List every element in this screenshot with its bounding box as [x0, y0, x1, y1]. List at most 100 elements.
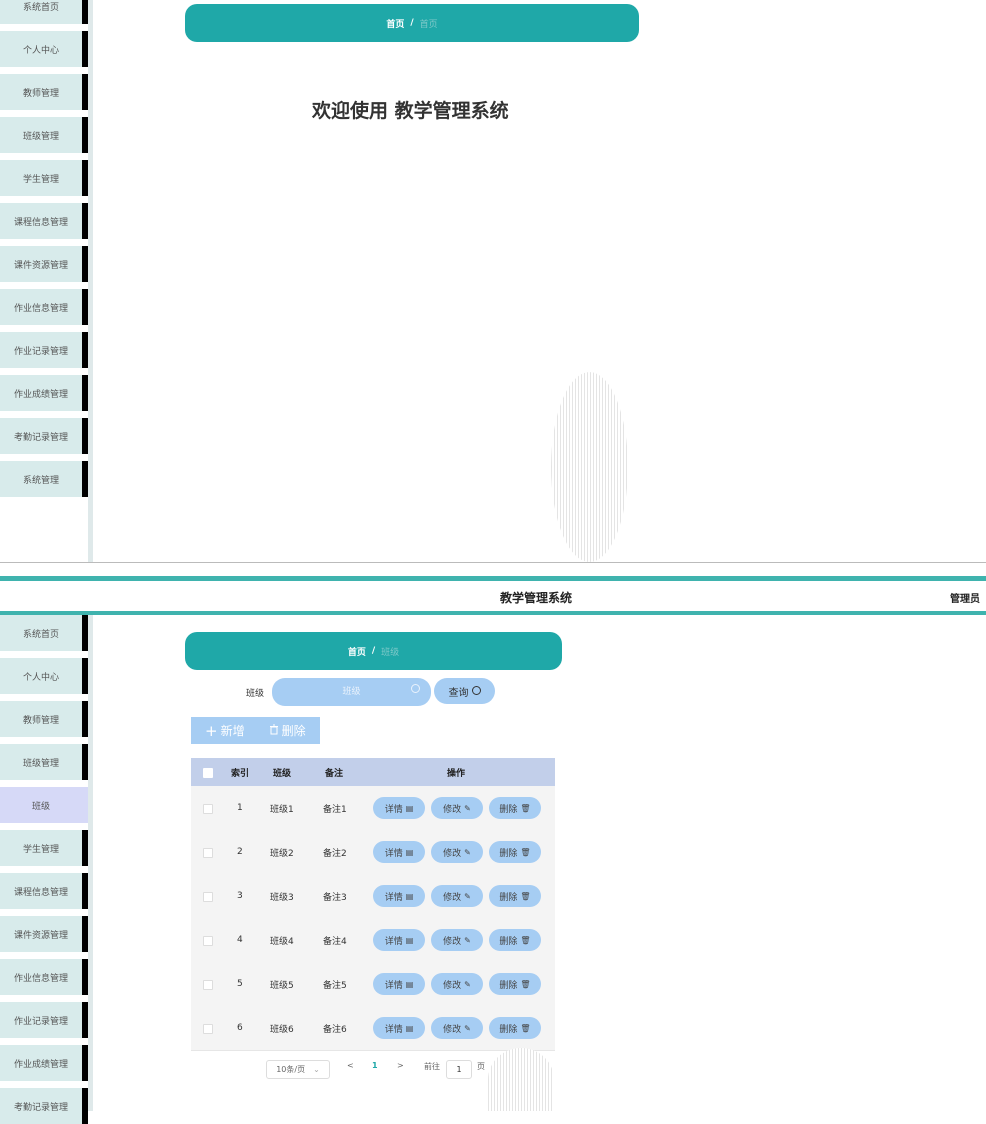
sidebar-edge [88, 615, 93, 1111]
sidebar-item[interactable]: 班级管理 [0, 117, 88, 153]
add-button[interactable]: + 新增 [205, 722, 245, 740]
table-row[interactable]: 2 班级2 备注2 详情 ▤ 修改 ✎ 删除 🗑 [191, 830, 555, 875]
table-row[interactable]: 1 班级1 备注1 详情 ▤ 修改 ✎ 删除 🗑 [191, 786, 555, 831]
next-page-button[interactable]: > [397, 1061, 404, 1070]
sidebar-item[interactable]: 教师管理 [0, 701, 88, 737]
edit-button[interactable]: 修改 ✎ [431, 973, 483, 995]
row-checkbox[interactable] [203, 936, 213, 946]
row-checkbox[interactable] [203, 980, 213, 990]
pencil-icon: ✎ [464, 1023, 471, 1033]
edit-button[interactable]: 修改 ✎ [431, 797, 483, 819]
sidebar-item[interactable]: 课程信息管理 [0, 873, 88, 909]
detail-button[interactable]: 详情 ▤ [373, 797, 425, 819]
sidebar-item-marker [82, 830, 88, 866]
detail-button-label: 详情 [384, 1024, 403, 1035]
sidebar-item[interactable]: 作业记录管理 [0, 1002, 88, 1038]
sidebar-item[interactable]: 作业信息管理 [0, 959, 88, 995]
user-name[interactable]: 管理员 [950, 590, 980, 605]
sidebar-item[interactable]: 课件资源管理 [0, 916, 88, 952]
prev-page-button[interactable]: < [347, 1061, 354, 1070]
remove-button[interactable]: 删除 🗑 [489, 973, 541, 995]
breadcrumb: 首页 / 班级 [185, 632, 562, 670]
sidebar-item[interactable]: 个人中心 [0, 31, 88, 67]
sidebar-item-label: 课件资源管理 [13, 260, 68, 271]
sidebar-item-label: 班级管理 [22, 131, 59, 142]
goto-page-input[interactable]: 1 [446, 1060, 472, 1079]
sidebar-item[interactable]: 个人中心 [0, 658, 88, 694]
sidebar-item-marker [82, 1002, 88, 1038]
sidebar-item[interactable]: 作业成绩管理 [0, 375, 88, 411]
sidebar-item[interactable]: 课程信息管理 [0, 203, 88, 239]
detail-button[interactable]: 详情 ▤ [373, 973, 425, 995]
sidebar-item[interactable]: 系统管理 [0, 461, 88, 497]
delete-button[interactable]: 删除 [269, 722, 306, 739]
table-row[interactable]: 5 班级5 备注5 详情 ▤ 修改 ✎ 删除 🗑 [191, 962, 555, 1007]
sidebar-item[interactable]: 教师管理 [0, 74, 88, 110]
cell-remark: 备注4 [323, 936, 347, 947]
row-checkbox[interactable] [203, 892, 213, 902]
sidebar-item-label: 考勤记录管理 [13, 432, 68, 443]
table-row[interactable]: 6 班级6 备注6 详情 ▤ 修改 ✎ 删除 🗑 [191, 1006, 555, 1051]
sidebar-item[interactable]: 班级 [0, 787, 88, 823]
sidebar-item[interactable]: 系统首页 [0, 0, 88, 24]
detail-button-label: 详情 [384, 936, 403, 947]
sidebar-item[interactable]: 学生管理 [0, 830, 88, 866]
detail-button[interactable]: 详情 ▤ [373, 885, 425, 907]
sidebar-item[interactable]: 考勤记录管理 [0, 418, 88, 454]
remove-button[interactable]: 删除 🗑 [489, 841, 541, 863]
edit-button[interactable]: 修改 ✎ [431, 1017, 483, 1039]
cell-class: 班级3 [270, 892, 294, 903]
edit-button[interactable]: 修改 ✎ [431, 929, 483, 951]
trash-icon: 🗑 [520, 979, 531, 989]
detail-button[interactable]: 详情 ▤ [373, 1017, 425, 1039]
document-icon: ▤ [405, 1023, 414, 1033]
breadcrumb-home[interactable]: 首页 [348, 645, 366, 658]
row-checkbox[interactable] [203, 1024, 213, 1034]
row-checkbox[interactable] [203, 848, 213, 858]
document-icon: ▤ [405, 803, 414, 813]
pencil-icon: ✎ [464, 847, 471, 857]
sidebar-item-marker [82, 658, 88, 694]
remove-button[interactable]: 删除 🗑 [489, 1017, 541, 1039]
header-ops: 操作 [447, 768, 466, 779]
sidebar-item-label: 学生管理 [22, 174, 59, 185]
page-number[interactable]: 1 [372, 1061, 378, 1070]
sidebar-item-label: 作业记录管理 [13, 1016, 68, 1027]
table-row[interactable]: 3 班级3 备注3 详情 ▤ 修改 ✎ 删除 🗑 [191, 874, 555, 919]
document-icon: ▤ [405, 891, 414, 901]
remove-button[interactable]: 删除 🗑 [489, 929, 541, 951]
search-input[interactable] [272, 678, 431, 706]
sidebar-item[interactable]: 作业成绩管理 [0, 1045, 88, 1081]
detail-button-label: 详情 [384, 804, 403, 815]
sidebar-item-marker [82, 873, 88, 909]
edit-button[interactable]: 修改 ✎ [431, 885, 483, 907]
breadcrumb-home[interactable]: 首页 [386, 17, 404, 30]
goto-label: 前往 [424, 1062, 440, 1071]
trash-icon: 🗑 [520, 847, 531, 857]
trash-icon [269, 724, 279, 738]
sidebar-item-marker [82, 31, 88, 67]
sidebar-item-label: 系统首页 [22, 629, 59, 640]
row-checkbox[interactable] [203, 804, 213, 814]
table-row[interactable]: 4 班级4 备注4 详情 ▤ 修改 ✎ 删除 🗑 [191, 918, 555, 963]
remove-button[interactable]: 删除 🗑 [489, 885, 541, 907]
breadcrumb-current: 首页 [419, 19, 438, 30]
detail-button[interactable]: 详情 ▤ [373, 841, 425, 863]
query-button[interactable]: 查询 [434, 678, 495, 704]
sidebar-item[interactable]: 课件资源管理 [0, 246, 88, 282]
remove-button[interactable]: 删除 🗑 [489, 797, 541, 819]
sidebar-item[interactable]: 系统首页 [0, 615, 88, 651]
sidebar-item[interactable]: 作业记录管理 [0, 332, 88, 368]
page-size-select[interactable]: 10条/页 ⌄ [266, 1060, 330, 1079]
sidebar-item[interactable]: 班级管理 [0, 744, 88, 780]
sidebar-item-marker [82, 246, 88, 282]
sidebar-item-marker [82, 74, 88, 110]
sidebar-item[interactable]: 作业信息管理 [0, 289, 88, 325]
breadcrumb: 首页 / 首页 [185, 4, 639, 42]
select-all-checkbox[interactable] [203, 768, 213, 778]
sidebar-item[interactable]: 学生管理 [0, 160, 88, 196]
sidebar-item-label: 系统管理 [22, 475, 59, 486]
sidebar-item[interactable]: 考勤记录管理 [0, 1088, 88, 1124]
edit-button[interactable]: 修改 ✎ [431, 841, 483, 863]
detail-button[interactable]: 详情 ▤ [373, 929, 425, 951]
